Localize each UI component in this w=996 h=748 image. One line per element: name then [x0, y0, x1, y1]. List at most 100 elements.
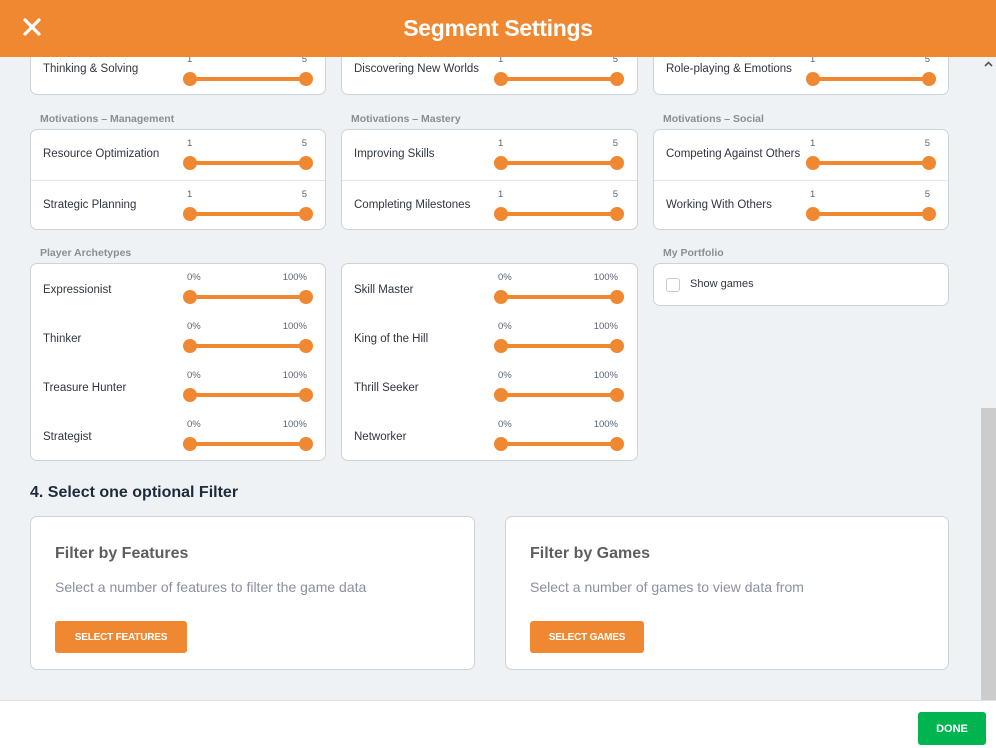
slider-handle-high[interactable] — [610, 339, 624, 353]
select-features-button[interactable]: SELECT FEATURES — [55, 621, 187, 653]
slider-row: Role-playing & Emotions 1 5 — [654, 57, 948, 96]
settings-scroll-area: Thinking & Solving 1 5 Discovering New W… — [0, 57, 996, 700]
range-slider[interactable]: 0% 100% — [183, 362, 313, 412]
slider-row: Thrill Seeker 0% 100% — [342, 362, 637, 411]
row-label: Strategic Planning — [43, 199, 137, 211]
filter-features-description: Select a number of features to filter th… — [55, 579, 367, 595]
range-slider[interactable]: 1 5 — [494, 181, 624, 231]
range-slider[interactable]: 1 5 — [494, 57, 624, 96]
range-slider[interactable]: 0% 100% — [183, 313, 313, 363]
row-label: Skill Master — [354, 284, 414, 296]
slider-handle-low[interactable] — [494, 207, 508, 221]
card-management: Resource Optimization 1 5 Strategic Plan… — [30, 129, 326, 230]
slider-handle-low[interactable] — [494, 72, 508, 86]
range-slider[interactable]: 0% 100% — [494, 411, 624, 461]
slider-max-label: 100% — [593, 370, 618, 381]
slider-handle-low[interactable] — [806, 72, 820, 86]
slider-handle-high[interactable] — [610, 207, 624, 221]
slider-track — [501, 77, 617, 81]
slider-row: Discovering New Worlds 1 5 — [342, 57, 637, 96]
slider-min-label: 0% — [498, 419, 512, 430]
slider-handle-low[interactable] — [494, 437, 508, 451]
slider-handle-low[interactable] — [183, 290, 197, 304]
slider-max-label: 5 — [924, 189, 930, 200]
card-top-1: Thinking & Solving 1 5 — [30, 57, 326, 95]
range-slider[interactable]: 0% 100% — [494, 264, 624, 314]
range-slider[interactable]: 1 5 — [806, 57, 936, 96]
slider-handle-low[interactable] — [183, 437, 197, 451]
filter-games-title: Filter by Games — [530, 545, 651, 562]
range-slider[interactable]: 0% 100% — [183, 264, 313, 314]
slider-row: Thinking & Solving 1 5 — [31, 57, 325, 96]
slider-handle-low[interactable] — [494, 388, 508, 402]
slider-handle-low[interactable] — [806, 156, 820, 170]
row-label: Improving Skills — [354, 148, 435, 160]
scrollbar-thumb[interactable] — [981, 408, 996, 700]
range-slider[interactable]: 1 5 — [183, 130, 313, 180]
slider-handle-low[interactable] — [183, 388, 197, 402]
page-title: Segment Settings — [403, 15, 593, 41]
slider-handle-high[interactable] — [610, 156, 624, 170]
slider-track — [190, 393, 306, 397]
range-slider[interactable]: 1 5 — [183, 181, 313, 231]
slider-handle-high[interactable] — [299, 388, 313, 402]
row-label: Thrill Seeker — [354, 382, 419, 394]
range-slider[interactable]: 0% 100% — [494, 313, 624, 363]
slider-max-label: 100% — [593, 321, 618, 332]
range-slider[interactable]: 1 5 — [183, 57, 313, 96]
slider-handle-low[interactable] — [494, 156, 508, 170]
range-slider[interactable]: 0% 100% — [183, 411, 313, 461]
vertical-scrollbar[interactable] — [981, 57, 996, 700]
slider-min-label: 0% — [187, 370, 201, 381]
range-slider[interactable]: 0% 100% — [494, 362, 624, 412]
slider-handle-high[interactable] — [299, 207, 313, 221]
slider-handle-low[interactable] — [806, 207, 820, 221]
show-games-label[interactable]: Show games — [690, 278, 754, 290]
slider-handle-low[interactable] — [183, 72, 197, 86]
row-label: Completing Milestones — [354, 199, 471, 211]
slider-handle-high[interactable] — [299, 290, 313, 304]
slider-handle-high[interactable] — [299, 156, 313, 170]
show-games-checkbox[interactable] — [666, 278, 680, 292]
close-button[interactable] — [20, 15, 44, 39]
slider-min-label: 1 — [498, 138, 504, 149]
slider-handle-high[interactable] — [922, 156, 936, 170]
slider-track — [501, 344, 617, 348]
slider-handle-high[interactable] — [610, 290, 624, 304]
row-label: Strategist — [43, 431, 92, 443]
slider-handle-high[interactable] — [299, 339, 313, 353]
slider-handle-low[interactable] — [494, 339, 508, 353]
slider-handle-low[interactable] — [494, 290, 508, 304]
slider-handle-low[interactable] — [183, 339, 197, 353]
slider-min-label: 0% — [187, 272, 201, 283]
range-slider[interactable]: 1 5 — [494, 130, 624, 180]
slider-row: Treasure Hunter 0% 100% — [31, 362, 325, 411]
select-games-button[interactable]: SELECT GAMES — [530, 621, 644, 653]
slider-min-label: 1 — [187, 57, 193, 65]
slider-handle-high[interactable] — [610, 437, 624, 451]
scroll-up-arrow-icon[interactable] — [983, 59, 994, 69]
slider-handle-high[interactable] — [610, 72, 624, 86]
slider-row: Working With Others 1 5 — [654, 180, 948, 230]
slider-handle-low[interactable] — [183, 156, 197, 170]
slider-handle-low[interactable] — [183, 207, 197, 221]
group-label-mastery: Motivations – Mastery — [351, 113, 461, 125]
group-label-social: Motivations – Social — [663, 113, 764, 125]
slider-row: King of the Hill 0% 100% — [342, 313, 637, 362]
slider-min-label: 1 — [810, 57, 816, 65]
range-slider[interactable]: 1 5 — [806, 181, 936, 231]
slider-handle-high[interactable] — [922, 207, 936, 221]
card-mastery: Improving Skills 1 5 Completing Mileston… — [341, 129, 638, 230]
done-button[interactable]: DONE — [918, 712, 986, 745]
slider-handle-high[interactable] — [299, 437, 313, 451]
slider-min-label: 1 — [187, 138, 193, 149]
row-label: Thinker — [43, 333, 82, 345]
slider-handle-high[interactable] — [922, 72, 936, 86]
row-label: Working With Others — [666, 199, 772, 211]
close-icon — [23, 18, 41, 36]
slider-max-label: 100% — [282, 419, 307, 430]
slider-handle-high[interactable] — [610, 388, 624, 402]
range-slider[interactable]: 1 5 — [806, 130, 936, 180]
slider-handle-high[interactable] — [299, 72, 313, 86]
slider-row: Strategist 0% 100% — [31, 411, 325, 460]
